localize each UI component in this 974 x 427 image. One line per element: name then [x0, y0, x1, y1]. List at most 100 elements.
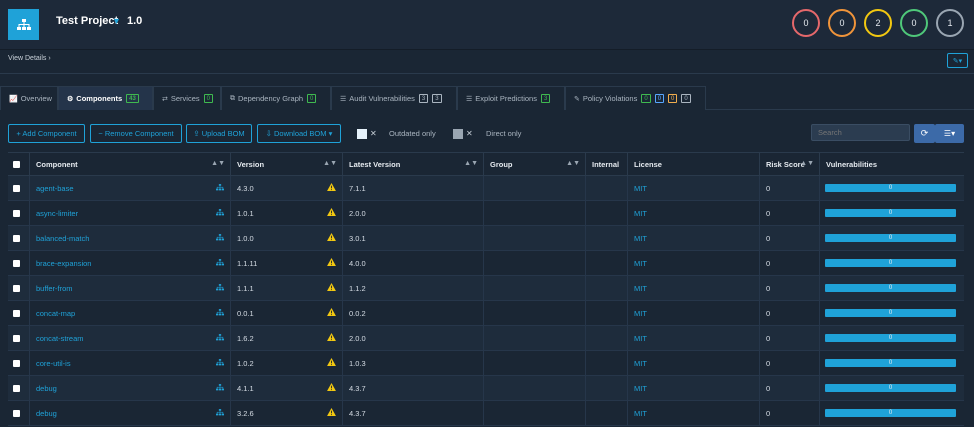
dependency-graph-icon[interactable]: [216, 284, 224, 293]
license-link[interactable]: MIT: [634, 309, 647, 318]
license-cell: MIT: [628, 326, 760, 350]
dependency-graph-icon[interactable]: [216, 184, 224, 193]
outdated-only-toggle[interactable]: [357, 129, 367, 139]
license-link[interactable]: MIT: [634, 284, 647, 293]
header-internal[interactable]: Internal: [586, 153, 628, 176]
table-row[interactable]: balanced-match 1.0.0 3.0.1 MIT 0 0: [8, 226, 964, 251]
tab-dependency-graph[interactable]: ⧉ Dependency Graph 0: [221, 86, 331, 110]
sort-icon[interactable]: ▲▼: [464, 160, 478, 167]
header-component[interactable]: Component ▲▼: [30, 153, 231, 176]
license-link[interactable]: MIT: [634, 259, 647, 268]
project-logo[interactable]: [8, 9, 39, 40]
vulnerability-bar[interactable]: 0: [825, 309, 956, 317]
vulnerability-bar[interactable]: 0: [825, 409, 956, 417]
project-version-dropdown-icon[interactable]: ▼: [112, 16, 121, 26]
license-link[interactable]: MIT: [634, 234, 647, 243]
direct-only-clear-icon[interactable]: ✕: [466, 129, 473, 138]
vulnerability-bar[interactable]: 0: [825, 284, 956, 292]
row-select-cell: [8, 401, 30, 425]
component-link[interactable]: concat-map: [36, 309, 75, 318]
tab-overview[interactable]: 📈 Overview: [0, 86, 58, 110]
select-all-checkbox[interactable]: [13, 161, 20, 168]
table-row[interactable]: core-util-is 1.0.2 1.0.3 MIT 0 0: [8, 351, 964, 376]
header-latest-version[interactable]: Latest Version ▲▼: [343, 153, 484, 176]
component-link[interactable]: async-limiter: [36, 209, 78, 218]
vulnerability-bar[interactable]: 0: [825, 384, 956, 392]
table-row[interactable]: debug 3.2.6 4.3.7 MIT 0 0: [8, 401, 964, 426]
license-link[interactable]: MIT: [634, 184, 647, 193]
component-link[interactable]: debug: [36, 384, 57, 393]
row-checkbox[interactable]: [13, 359, 20, 367]
component-link[interactable]: balanced-match: [36, 234, 89, 243]
row-checkbox[interactable]: [13, 309, 20, 317]
row-checkbox[interactable]: [13, 384, 20, 392]
table-row[interactable]: concat-stream 1.6.2 2.0.0 MIT 0 0: [8, 326, 964, 351]
license-link[interactable]: MIT: [634, 359, 647, 368]
direct-only-toggle[interactable]: [453, 129, 463, 139]
row-checkbox[interactable]: [13, 284, 20, 292]
header-vulnerabilities[interactable]: Vulnerabilities: [820, 153, 964, 176]
sort-icon[interactable]: ▲▼: [800, 160, 814, 167]
outdated-only-clear-icon[interactable]: ✕: [370, 129, 377, 138]
dependency-graph-icon[interactable]: [216, 359, 224, 368]
dependency-graph-icon[interactable]: [216, 409, 224, 418]
component-link[interactable]: concat-stream: [36, 334, 84, 343]
refresh-button[interactable]: ⟳: [914, 124, 935, 143]
tab-audit-vulnerabilities[interactable]: ☰ Audit Vulnerabilities 3 3: [331, 86, 457, 110]
table-row[interactable]: agent-base 4.3.0 7.1.1 MIT 0 0: [8, 176, 964, 201]
tab-components[interactable]: ⚙ Components 43: [58, 86, 153, 110]
view-details-link[interactable]: View Details ›: [8, 55, 51, 62]
tab-policy-violations[interactable]: ✎ Policy Violations 0 0 0 0: [565, 86, 706, 110]
dependency-graph-icon[interactable]: [216, 234, 224, 243]
license-link[interactable]: MIT: [634, 409, 647, 418]
vulnerability-bar[interactable]: 0: [825, 234, 956, 242]
table-row[interactable]: concat-map 0.0.1 0.0.2 MIT 0 0: [8, 301, 964, 326]
component-link[interactable]: core-util-is: [36, 359, 71, 368]
dependency-graph-icon[interactable]: [216, 259, 224, 268]
row-checkbox[interactable]: [13, 259, 20, 267]
vulnerability-bar[interactable]: 0: [825, 359, 956, 367]
license-link[interactable]: MIT: [634, 334, 647, 343]
table-row[interactable]: brace-expansion 1.1.11 4.0.0 MIT 0 0: [8, 251, 964, 276]
sort-icon[interactable]: ▲▼: [323, 160, 337, 167]
license-link[interactable]: MIT: [634, 209, 647, 218]
tab-exploit-predictions[interactable]: ☰ Exploit Predictions 3: [457, 86, 565, 110]
tab-services[interactable]: ⇄ Services 0: [153, 86, 221, 110]
vulnerability-bar[interactable]: 0: [825, 259, 956, 267]
header-license[interactable]: License: [628, 153, 760, 176]
add-component-button[interactable]: + Add Component: [8, 124, 85, 143]
header-risk-score[interactable]: Risk Score ▲▼: [760, 153, 820, 176]
vulnerability-bar[interactable]: 0: [825, 209, 956, 217]
vulnerability-bar[interactable]: 0: [825, 334, 956, 342]
sort-icon[interactable]: ▲▼: [211, 160, 225, 167]
upload-bom-button[interactable]: ⇪ Upload BOM: [186, 124, 252, 143]
license-link[interactable]: MIT: [634, 384, 647, 393]
dependency-graph-icon[interactable]: [216, 334, 224, 343]
row-checkbox[interactable]: [13, 184, 20, 192]
tab-count-badge: 3: [432, 94, 442, 103]
table-row[interactable]: async-limiter 1.0.1 2.0.0 MIT 0 0: [8, 201, 964, 226]
component-link[interactable]: debug: [36, 409, 57, 418]
row-checkbox[interactable]: [13, 409, 20, 417]
header-group[interactable]: Group ▲▼: [484, 153, 586, 176]
table-row[interactable]: debug 4.1.1 4.3.7 MIT 0 0: [8, 376, 964, 401]
dependency-graph-icon[interactable]: [216, 309, 224, 318]
search-input[interactable]: [811, 124, 910, 141]
vulnerability-bar[interactable]: 0: [825, 184, 956, 192]
project-settings-button[interactable]: ✎▾: [947, 53, 968, 68]
header-version[interactable]: Version ▲▼: [231, 153, 343, 176]
component-link[interactable]: brace-expansion: [36, 259, 91, 268]
remove-component-button[interactable]: − Remove Component: [90, 124, 182, 143]
columns-toggle-button[interactable]: ☰▾: [935, 124, 964, 143]
component-link[interactable]: buffer-from: [36, 284, 73, 293]
component-link[interactable]: agent-base: [36, 184, 74, 193]
download-bom-button[interactable]: ⇩ Download BOM ▾: [257, 124, 341, 143]
table-row[interactable]: buffer-from 1.1.1 1.1.2 MIT 0 0: [8, 276, 964, 301]
sort-icon[interactable]: ▲▼: [566, 160, 580, 167]
row-checkbox[interactable]: [13, 234, 20, 242]
project-version[interactable]: 1.0: [127, 15, 142, 27]
dependency-graph-icon[interactable]: [216, 209, 224, 218]
row-checkbox[interactable]: [13, 209, 20, 217]
dependency-graph-icon[interactable]: [216, 384, 224, 393]
row-checkbox[interactable]: [13, 334, 20, 342]
